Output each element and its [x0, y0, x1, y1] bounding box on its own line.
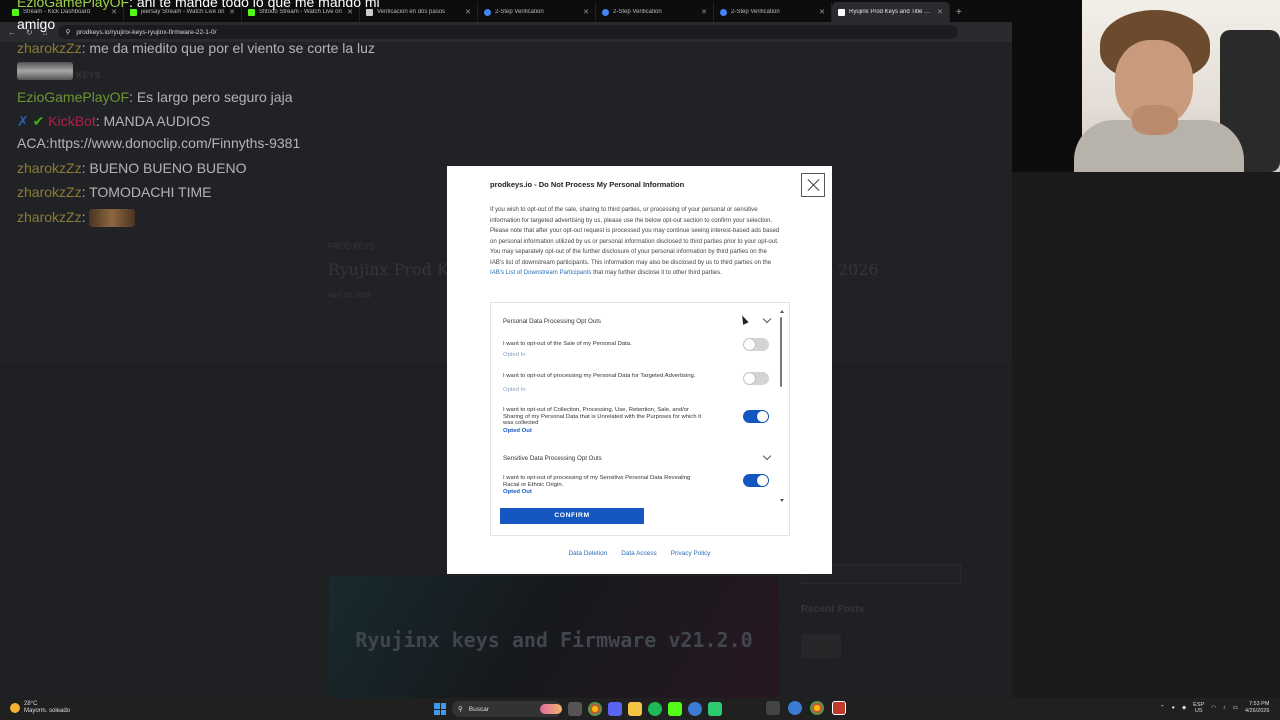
confirm-button[interactable]: CONFIRM [500, 508, 644, 524]
new-tab-button[interactable]: + [950, 7, 968, 22]
google-icon [720, 8, 727, 16]
webcam-background-shelf [1012, 0, 1082, 172]
chevron-down-icon[interactable] [762, 451, 772, 461]
option-status: Opted In [503, 387, 526, 393]
wifi-icon[interactable]: ◠ [1211, 705, 1216, 711]
tab-2step-3[interactable]: 2-Step Verification ✕ [714, 2, 832, 22]
toggle-knob [744, 373, 755, 384]
language-indicator[interactable]: ESP US [1193, 702, 1204, 714]
close-icon[interactable]: ✕ [465, 8, 471, 16]
option-label: I want to opt-out of processing my Perso… [503, 373, 696, 379]
discord-icon[interactable] [608, 702, 622, 716]
sun-icon [10, 703, 20, 713]
data-deletion-link[interactable]: Data Deletion [568, 550, 607, 557]
chevron-down-icon[interactable] [762, 314, 772, 324]
search-icon: ⚲ [458, 706, 463, 713]
webcam-person-hand [1132, 105, 1178, 135]
option-label: I want to opt-out of Collection, Process… [503, 407, 702, 426]
windows-start-icon[interactable] [434, 703, 446, 715]
chat-message: EzioGamePlayOF: ahi te mande todo lo que… [17, 0, 380, 10]
mic-icon[interactable]: ● [1172, 705, 1175, 711]
site-icon [838, 8, 845, 16]
optout-sale-toggle[interactable] [743, 338, 769, 351]
task-view-icon[interactable] [568, 702, 582, 716]
notification-icon[interactable]: ◆ [1182, 705, 1186, 711]
optout-sensitive-data-toggle[interactable] [743, 474, 769, 487]
option-status: Opted Out [503, 489, 532, 495]
browser-icon[interactable] [788, 701, 802, 715]
toggle-knob [744, 339, 755, 350]
option-label: I want to opt-out of processing of my Se… [503, 475, 691, 488]
tab-2step-2[interactable]: 2-Step Verification ✕ [596, 2, 714, 22]
capture-icon[interactable] [766, 701, 780, 715]
close-icon[interactable]: ✕ [583, 8, 589, 16]
privacy-optout-dialog: prodkeys.io - Do Not Process My Personal… [447, 166, 832, 574]
taskbar-apps-right [766, 701, 846, 715]
dialog-intro-text: If you wish to opt-out of the sale, shar… [490, 206, 780, 276]
taskbar-search[interactable]: ⚲ Buscar [452, 701, 562, 717]
dialog-footer-links: Data Deletion Data Access Privacy Policy [447, 550, 832, 557]
chrome-icon[interactable] [588, 702, 602, 716]
file-explorer-icon[interactable] [628, 702, 642, 716]
chrome-icon[interactable] [810, 701, 824, 715]
scrollbar-thumb[interactable] [780, 317, 782, 387]
webcam-feed [1012, 0, 1280, 172]
close-icon[interactable]: ✕ [937, 8, 943, 16]
optout-unrelated-use-toggle[interactable] [743, 410, 769, 423]
dialog-title: prodkeys.io - Do Not Process My Personal… [490, 180, 685, 189]
kick-icon[interactable] [668, 702, 682, 716]
scroll-up-arrow[interactable] [780, 310, 784, 313]
system-tray: ⌃ ● ◆ ESP US ◠ ♪ ▭ 7:53 PM 4/26/2026 [1160, 701, 1269, 715]
google-icon [484, 8, 491, 16]
chevron-up-icon[interactable]: ⌃ [1160, 705, 1165, 711]
tab-2step-1[interactable]: 2-Step Verification ✕ [478, 2, 596, 22]
app-icon[interactable] [688, 702, 702, 716]
section-heading-personal[interactable]: Personal Data Processing Opt Outs [503, 318, 601, 325]
weather-widget[interactable]: 28°C Mayorm. soleado [10, 701, 70, 715]
data-access-link[interactable]: Data Access [621, 550, 657, 557]
optout-targeted-ads-toggle[interactable] [743, 372, 769, 385]
stream-side-area [1012, 172, 1280, 698]
close-icon[interactable]: ✕ [701, 8, 707, 16]
search-highlight-icon [540, 704, 562, 714]
volume-icon[interactable]: ♪ [1223, 705, 1226, 711]
toggle-knob [757, 475, 768, 486]
taskbar-apps: ⚲ Buscar [434, 701, 722, 717]
battery-icon[interactable]: ▭ [1233, 705, 1238, 711]
close-dialog-button[interactable] [801, 173, 825, 197]
close-icon[interactable]: ✕ [819, 8, 825, 16]
option-status: Opted Out [503, 428, 532, 434]
chat-message: amigo [17, 16, 56, 32]
scroll-down-arrow[interactable] [780, 499, 784, 502]
tab-ryujinx-active[interactable]: Ryujinx Prod Keys and Title Keys ✕ [832, 2, 950, 22]
windows-taskbar: 28°C Mayorm. soleado ⚲ Buscar ⌃ ● ◆ ESP US … [0, 698, 1280, 720]
section-heading-sensitive[interactable]: Sensitive Data Processing Opt Outs [503, 455, 602, 462]
option-label: I want to opt-out of the Sale of my Pers… [503, 341, 632, 347]
iab-list-link[interactable]: IAB's List of Downstream Participants [490, 269, 591, 276]
toggle-knob [757, 411, 768, 422]
preferences-panel: Personal Data Processing Opt Outs I want… [490, 302, 790, 536]
privacy-policy-link[interactable]: Privacy Policy [671, 550, 711, 557]
clock[interactable]: 7:53 PM 4/26/2026 [1245, 701, 1269, 715]
google-icon [602, 8, 609, 16]
obs-icon[interactable] [832, 701, 846, 715]
app-icon[interactable] [708, 702, 722, 716]
option-status: Opted In [503, 352, 526, 358]
spotify-icon[interactable] [648, 702, 662, 716]
